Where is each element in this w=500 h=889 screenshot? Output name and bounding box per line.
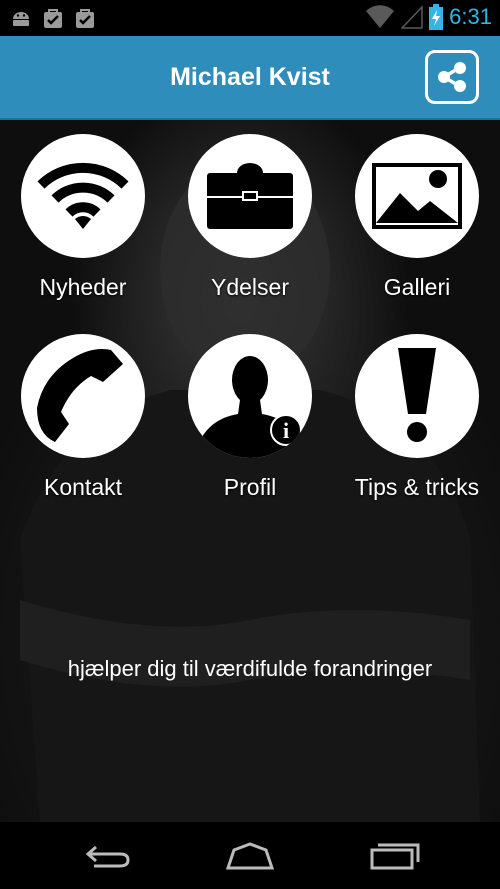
- share-icon: [438, 62, 466, 92]
- menu-label: Tips & tricks: [354, 474, 480, 500]
- briefcase-icon: [207, 163, 293, 229]
- home-icon: [225, 842, 275, 870]
- share-button[interactable]: [425, 50, 479, 104]
- clock: 6:31: [449, 4, 492, 29]
- menu-label: Profil: [223, 474, 277, 500]
- android-icon: [13, 12, 29, 26]
- phone-icon: [37, 349, 123, 442]
- recent-apps-icon: [370, 843, 420, 870]
- home-button[interactable]: [222, 840, 278, 872]
- bag-check-icon: [44, 9, 62, 28]
- menu-label: Nyheder: [39, 274, 127, 300]
- exclamation-icon: [398, 348, 436, 442]
- menu-profil[interactable]: i Profil: [185, 334, 315, 501]
- wifi-signal-icon: [366, 5, 395, 28]
- svg-text:i: i: [283, 418, 289, 443]
- back-button[interactable]: [80, 840, 136, 872]
- bag-check-icon: [76, 9, 94, 28]
- menu-label: Galleri: [383, 274, 451, 300]
- navigation-bar: [0, 822, 500, 889]
- menu-label: Kontakt: [44, 474, 122, 500]
- status-bar: 6:31: [0, 0, 500, 36]
- menu-tips-tricks[interactable]: Tips & tricks: [352, 334, 482, 501]
- wifi-icon: [37, 162, 129, 229]
- menu-kontakt[interactable]: Kontakt: [18, 334, 148, 501]
- tagline: hjælper dig til værdifulde forandringer: [67, 656, 433, 681]
- action-bar: Michael Kvist: [0, 36, 500, 120]
- back-icon: [85, 845, 130, 868]
- recent-apps-button[interactable]: [366, 840, 422, 872]
- menu-ydelser[interactable]: Ydelser: [185, 134, 315, 301]
- image-icon: [372, 163, 462, 229]
- menu-nyheder[interactable]: Nyheder: [18, 134, 148, 301]
- profile-info-icon: i: [194, 356, 306, 458]
- battery-charging-icon: [429, 4, 444, 30]
- home-content: Nyheder Ydelser Galleri Kontakt i Profil…: [0, 120, 500, 822]
- menu-label: Ydelser: [211, 274, 289, 300]
- menu-galleri[interactable]: Galleri: [352, 134, 482, 301]
- cell-signal-icon: [401, 5, 423, 29]
